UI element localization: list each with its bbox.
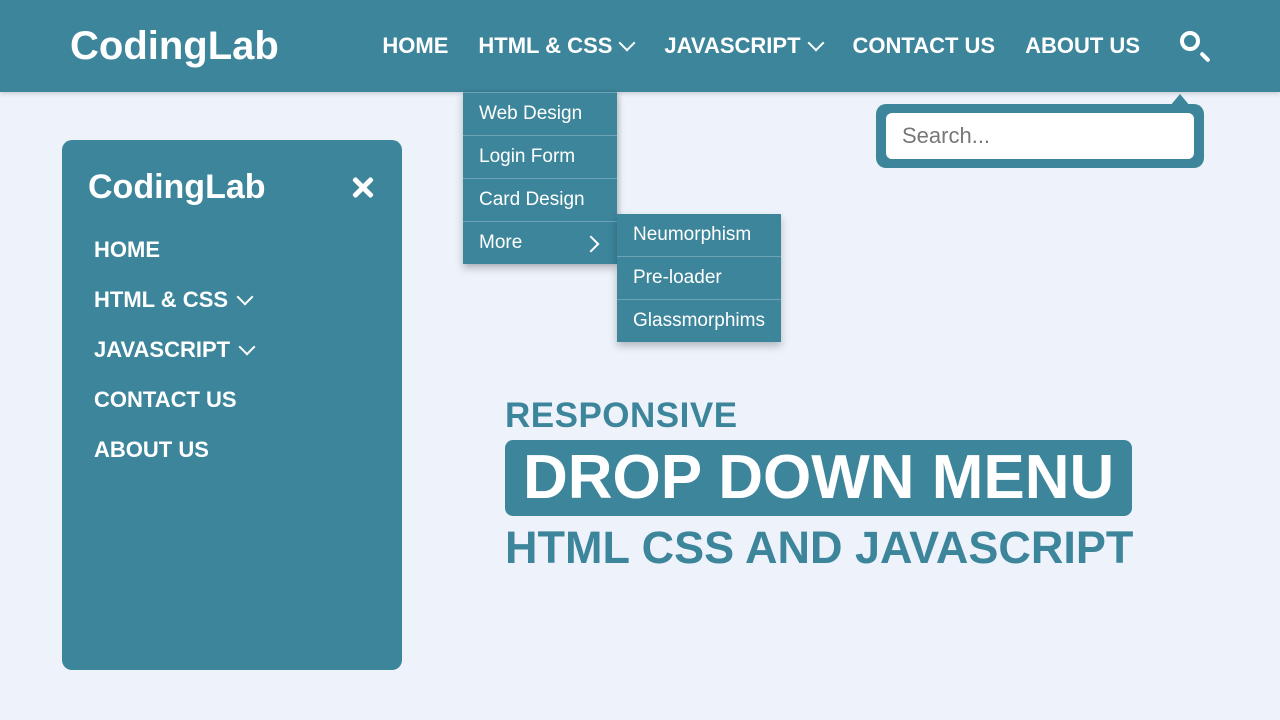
nav-home[interactable]: HOME [382,33,448,59]
hero-line2: DROP DOWN MENU [505,440,1132,516]
more-sub-dropdown: Neumorphism Pre-loader Glassmorphims [617,214,781,342]
hero-line1: RESPONSIVE [505,396,1133,436]
sidebar-item-contact[interactable]: CONTACT US [94,387,382,413]
sub-item-glassmorphims[interactable]: Glassmorphims [617,300,781,342]
sub-item-label: Glassmorphims [633,310,765,331]
dropdown-item-more[interactable]: More [463,222,617,264]
dropdown-item-label: Login Form [479,146,575,168]
sidebar-item-javascript[interactable]: JAVASCRIPT [94,337,382,363]
nav-htmlcss[interactable]: HTML & CSS [478,33,634,59]
dropdown-item-web-design[interactable]: Web Design [463,92,617,136]
sidebar-item-label: JAVASCRIPT [94,337,230,363]
sidebar-item-label: ABOUT US [94,437,209,463]
dropdown-item-login-form[interactable]: Login Form [463,136,617,179]
search-icon[interactable] [1180,31,1210,61]
chevron-right-icon [587,236,601,250]
sidebar-item-home[interactable]: HOME [94,237,382,263]
top-navbar: CodingLab HOME HTML & CSS JAVASCRIPT CON… [0,0,1280,92]
sidebar-item-label: HTML & CSS [94,287,228,313]
nav-links: HOME HTML & CSS JAVASCRIPT CONTACT US AB… [382,33,1140,59]
sub-item-neumorphism[interactable]: Neumorphism [617,214,781,257]
sub-item-label: Neumorphism [633,224,751,245]
nav-about-label: ABOUT US [1025,33,1140,59]
sidebar-item-about[interactable]: ABOUT US [94,437,382,463]
sidebar-item-htmlcss[interactable]: HTML & CSS [94,287,382,313]
search-input[interactable] [886,113,1194,159]
chevron-down-icon [809,39,823,53]
nav-contact-label: CONTACT US [853,33,996,59]
dropdown-item-label: More [479,232,522,254]
search-box [876,104,1204,168]
chevron-down-icon [620,39,634,53]
sidebar-links: HOME HTML & CSS JAVASCRIPT CONTACT US AB… [82,237,382,463]
sidebar-item-label: HOME [94,237,160,263]
sidebar-logo: CodingLab [88,168,266,207]
dropdown-item-card-design[interactable]: Card Design [463,179,617,222]
sidebar-header: CodingLab [82,168,382,207]
close-icon[interactable] [350,175,376,201]
nav-contact[interactable]: CONTACT US [853,33,996,59]
nav-home-label: HOME [382,33,448,59]
sub-item-label: Pre-loader [633,267,722,288]
sidebar-item-label: CONTACT US [94,387,237,413]
dropdown-item-label: Web Design [479,103,582,125]
sub-item-preloader[interactable]: Pre-loader [617,257,781,300]
nav-about[interactable]: ABOUT US [1025,33,1140,59]
dropdown-item-label: Card Design [479,189,585,211]
htmlcss-dropdown: Web Design Login Form Card Design More [463,92,617,264]
nav-htmlcss-label: HTML & CSS [478,33,612,59]
hero-line3: HTML CSS AND JAVASCRIPT [505,522,1133,574]
brand-logo: CodingLab [70,24,279,69]
hero: RESPONSIVE DROP DOWN MENU HTML CSS AND J… [505,396,1133,574]
nav-javascript[interactable]: JAVASCRIPT [664,33,822,59]
chevron-down-icon [240,343,254,357]
sidebar: CodingLab HOME HTML & CSS JAVASCRIPT CON… [62,140,402,670]
nav-javascript-label: JAVASCRIPT [664,33,800,59]
chevron-down-icon [238,293,252,307]
